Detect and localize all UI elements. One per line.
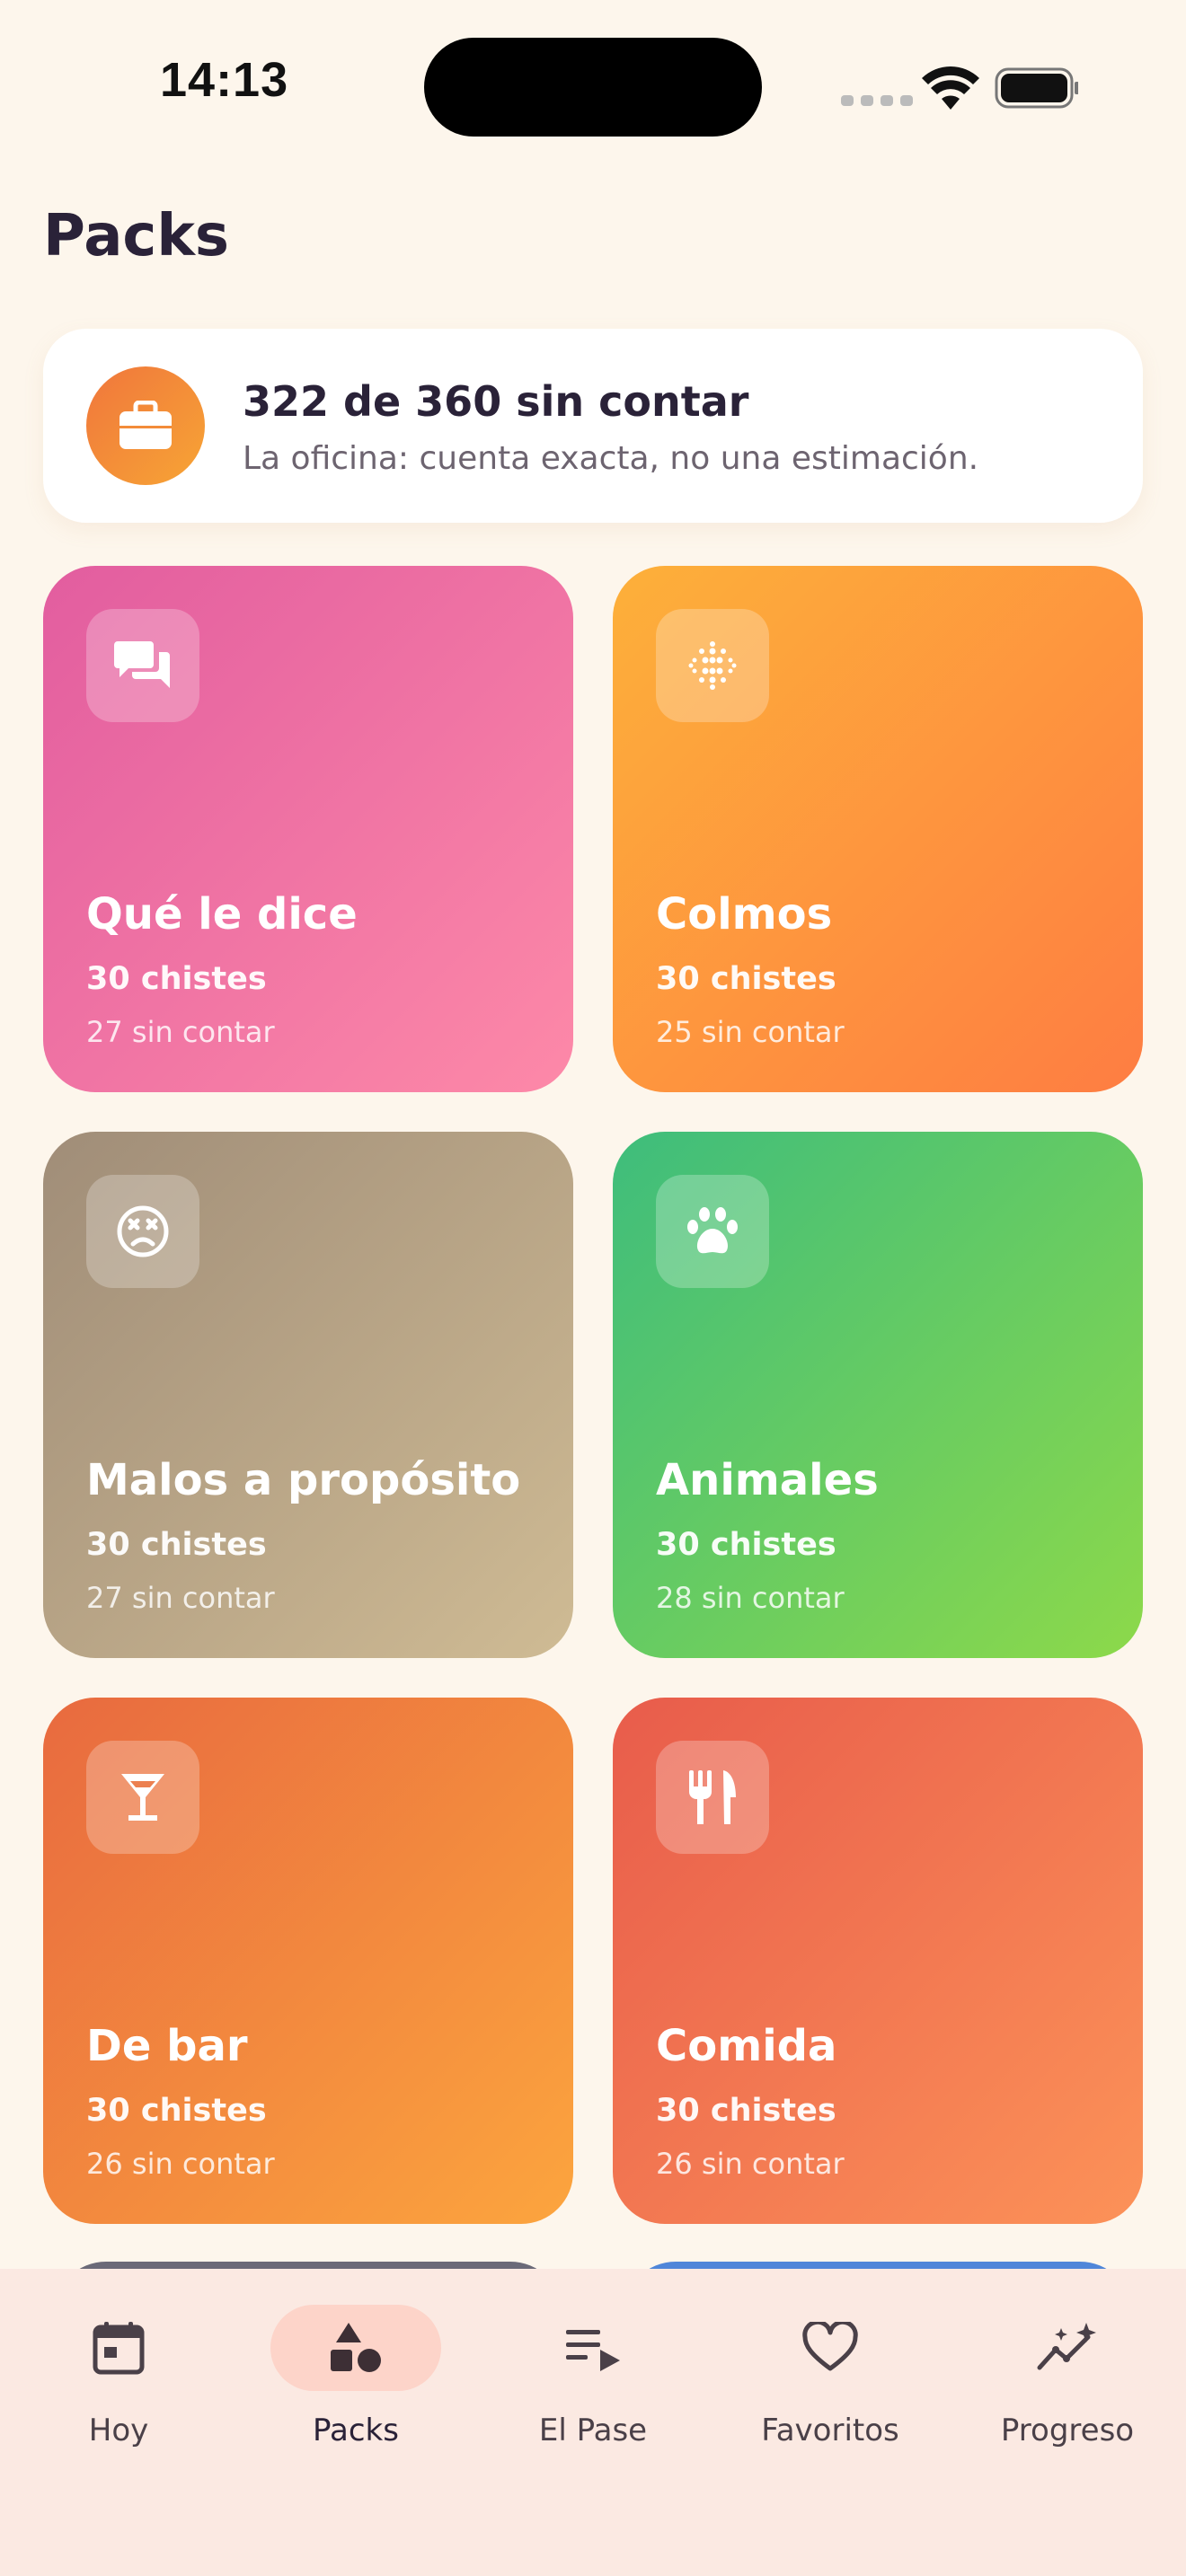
status-icons xyxy=(841,66,1078,110)
pack-uncounted: 25 sin contar xyxy=(656,1015,845,1049)
tab-label: Favoritos xyxy=(761,2413,899,2448)
pack-name: Comida xyxy=(656,2021,837,2071)
dynamic-island xyxy=(424,38,762,137)
tab-label: Packs xyxy=(313,2413,399,2448)
pack-uncounted: 26 sin contar xyxy=(656,2147,845,2181)
summary-title: 322 de 360 sin contar xyxy=(243,377,749,426)
pack-card-animales[interactable]: Animales 30 chistes 28 sin contar xyxy=(613,1132,1143,1658)
tab-label: El Pase xyxy=(538,2413,648,2448)
pack-joke-count: 30 chistes xyxy=(656,1527,836,1563)
pack-name: Colmos xyxy=(656,889,833,940)
pack-uncounted: 26 sin contar xyxy=(86,2147,275,2181)
pack-uncounted: 27 sin contar xyxy=(86,1581,275,1615)
pack-card-colmos[interactable]: Colmos 30 chistes 25 sin contar xyxy=(613,566,1143,1092)
chat-bubbles-icon xyxy=(86,609,199,722)
trend-sparkle-icon xyxy=(982,2305,1153,2391)
tab-favoritos[interactable]: Favoritos xyxy=(722,2305,938,2466)
dot-grid-icon xyxy=(656,609,769,722)
pack-card-de-bar[interactable]: De bar 30 chistes 26 sin contar xyxy=(43,1698,573,2224)
pack-joke-count: 30 chistes xyxy=(86,961,267,997)
page-title: Packs xyxy=(43,203,229,269)
paw-icon xyxy=(656,1175,769,1288)
playlist-icon xyxy=(508,2305,678,2391)
pack-name: De bar xyxy=(86,2021,248,2071)
pack-joke-count: 30 chistes xyxy=(86,2093,267,2129)
summary-subtitle: La oficina: cuenta exacta, no una estima… xyxy=(243,440,979,477)
pack-uncounted: 27 sin contar xyxy=(86,1015,275,1049)
pack-card-comida[interactable]: Comida 30 chistes 26 sin contar xyxy=(613,1698,1143,2224)
calendar-icon xyxy=(33,2305,204,2391)
tab-label: Hoy xyxy=(88,2413,149,2448)
cellular-signal-icon xyxy=(841,95,913,106)
pack-joke-count: 30 chistes xyxy=(656,2093,836,2129)
pack-joke-count: 30 chistes xyxy=(86,1527,267,1563)
pack-card-que-le-dice[interactable]: Qué le dice 30 chistes 27 sin contar xyxy=(43,566,573,1092)
uncounted-summary-card[interactable]: 322 de 360 sin contar La oficina: cuenta… xyxy=(43,329,1143,523)
pack-name: Malos a propósito xyxy=(86,1455,521,1505)
fork-knife-icon xyxy=(656,1741,769,1854)
cocktail-icon xyxy=(86,1741,199,1854)
tab-packs[interactable]: Packs xyxy=(248,2305,464,2466)
tab-progreso[interactable]: Progreso xyxy=(960,2305,1175,2466)
dizzy-face-icon xyxy=(86,1175,199,1288)
status-time: 14:13 xyxy=(160,53,289,107)
pack-name: Animales xyxy=(656,1455,879,1505)
tab-bar: Hoy Packs El Pase Favoritos Progreso xyxy=(0,2269,1186,2576)
shapes-icon xyxy=(270,2305,441,2391)
pack-card-malos-a-proposito[interactable]: Malos a propósito 30 chistes 27 sin cont… xyxy=(43,1132,573,1658)
heart-icon xyxy=(745,2305,916,2391)
pack-joke-count: 30 chistes xyxy=(656,961,836,997)
pack-uncounted: 28 sin contar xyxy=(656,1581,845,1615)
tab-hoy[interactable]: Hoy xyxy=(11,2305,226,2466)
wifi-icon xyxy=(922,66,979,110)
briefcase-icon xyxy=(86,366,205,485)
tab-label: Progreso xyxy=(1000,2413,1135,2448)
pack-name: Qué le dice xyxy=(86,889,358,940)
battery-icon xyxy=(995,67,1078,109)
tab-el-pase[interactable]: El Pase xyxy=(485,2305,701,2466)
